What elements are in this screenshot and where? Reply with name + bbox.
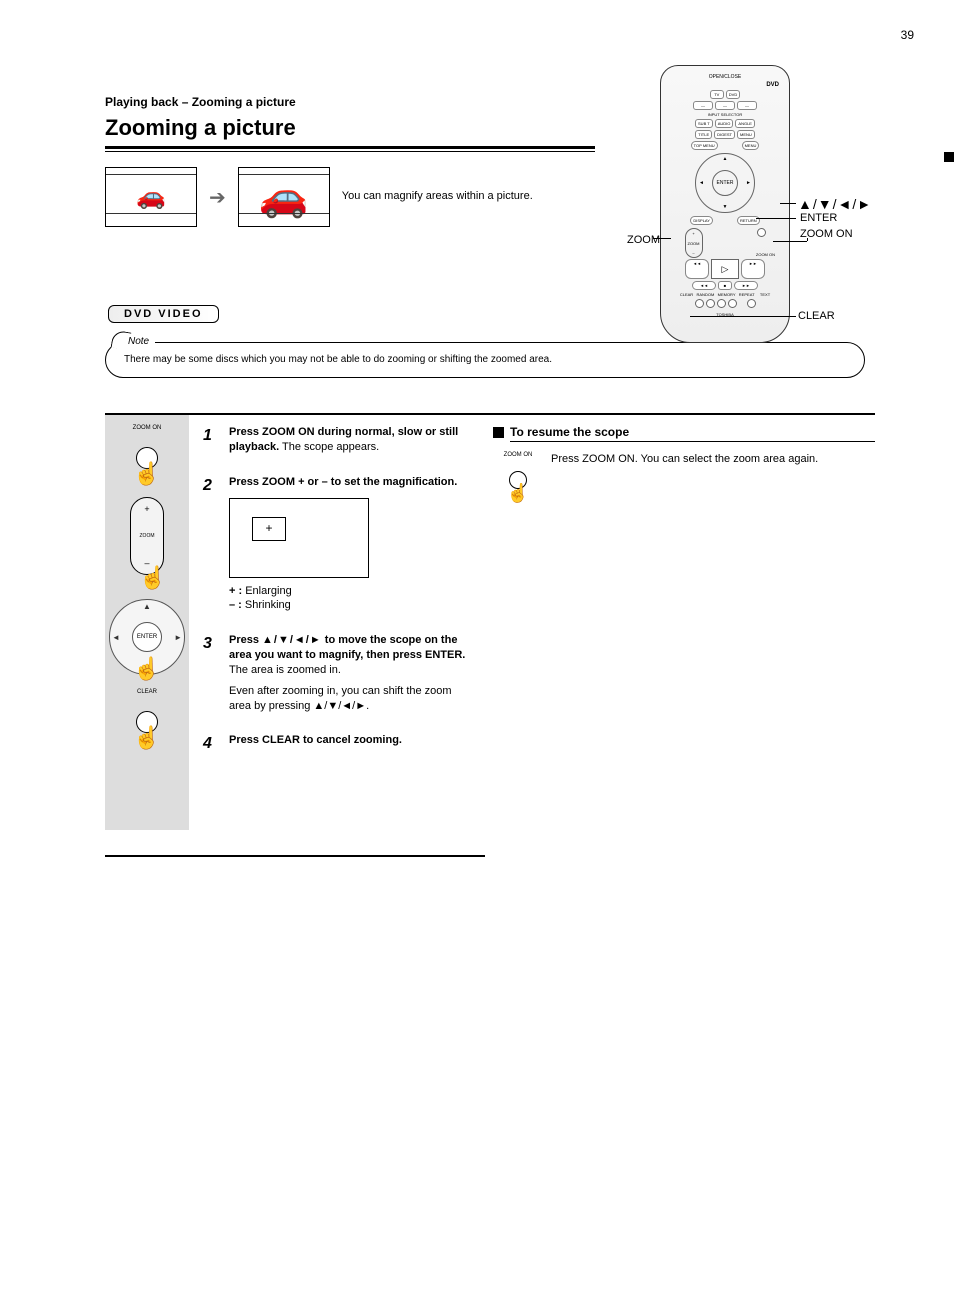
step-number: 2 (203, 475, 221, 614)
remote-label-zoom: ZOOM (610, 234, 660, 246)
section-tab (944, 152, 954, 162)
button-strip: ZOOM ON ☝ + ZOOM – ☝ (105, 415, 189, 830)
resume-text: Press ZOOM ON. You can select the zoom a… (551, 452, 875, 500)
section-subtitle: Playing back – Zooming a picture (105, 95, 595, 109)
hint-bold: + : (229, 585, 242, 597)
page-number: 39 (901, 28, 914, 42)
strip-dpad: ▲ ▼ ◄ ► ENTER ☝ (109, 599, 185, 675)
step-number: 3 (203, 633, 221, 713)
resume-illustration: ZOOM ON ☝ (493, 452, 543, 500)
step-4: 4 Press CLEAR to cancel zooming. (203, 733, 475, 783)
zoom-mid-label: ZOOM (140, 533, 155, 539)
resume-heading-row: To resume the scope (493, 425, 875, 442)
hand-pointer-icon: ☝ (133, 656, 160, 682)
car-after-illustration: 🚗 (238, 167, 330, 227)
square-bullet-icon (493, 427, 504, 438)
arrow-glyphs: ▲/▼/◄/► (262, 634, 322, 646)
strip-zoom-on: ZOOM ON ☝ (122, 425, 172, 483)
step-text: The scope appears. (282, 441, 379, 453)
step-2: 2 Press ZOOM + or – to set the magnifica… (203, 475, 475, 614)
resume-title: To resume the scope (510, 425, 875, 439)
steps-area: ZOOM ON ☝ + ZOOM – ☝ (105, 413, 875, 830)
dvd-video-badge: DVD VIDEO (108, 305, 219, 323)
scope-illustration: + (229, 498, 369, 578)
strip-label: CLEAR (137, 689, 157, 695)
page-title: Zooming a picture (105, 115, 595, 141)
step-bold: Press (229, 634, 262, 646)
dpad-enter: ENTER (132, 622, 162, 652)
step-number: 1 (203, 425, 221, 455)
intro-text: You can magnify areas within a picture. (342, 189, 552, 204)
bottom-rule (105, 855, 485, 857)
left-column: ZOOM ON ☝ + ZOOM – ☝ (105, 415, 485, 830)
hand-pointer-icon: ☝ (133, 461, 160, 487)
remote-enter-button: ENTER (712, 170, 738, 196)
dpad-icon: ▲ ▼ ◄ ► ENTER ☝ (109, 599, 185, 675)
remote-zoom-on-button (757, 228, 766, 237)
hand-pointer-icon: ☝ (507, 483, 529, 504)
title-rule (105, 146, 595, 152)
step-number: 4 (203, 733, 221, 783)
intro-row: 🚗 ➔ 🚗 You can magnify areas within a pic… (105, 167, 595, 227)
leader-line (780, 203, 796, 204)
step-text: The area is zoomed in. (229, 664, 341, 676)
remote-label-arrows: ▲/▼/◄/► (798, 196, 872, 212)
remote-illustration: OPEN/CLOSE DVD TVDVD ——— INPUT SELECTOR … (660, 65, 790, 343)
hand-pointer-icon: ☝ (139, 565, 166, 591)
right-column: To resume the scope ZOOM ON ☝ Press ZOOM… (485, 415, 875, 830)
note-label: Note (122, 335, 155, 349)
crosshair-icon: + (252, 517, 286, 541)
step-extra: Even after zooming in, you can shift the… (229, 684, 475, 714)
strip-label: ZOOM ON (133, 425, 162, 431)
car-before-illustration: 🚗 (105, 167, 197, 227)
arrow-right-icon: ➔ (209, 185, 226, 210)
step-bold: Press CLEAR to cancel zooming. (229, 734, 402, 746)
zoom-rocker-icon: + ZOOM – (130, 497, 164, 575)
steps-text: 1 Press ZOOM ON during normal, slow or s… (189, 415, 485, 830)
step-bold: Press ZOOM + or – to set the magnificati… (229, 476, 457, 488)
resume-body: ZOOM ON ☝ Press ZOOM ON. You can select … (493, 452, 875, 500)
note-bubble: Note There may be some discs which you m… (105, 342, 865, 378)
remote-label-enter: ENTER (800, 212, 837, 224)
zoom-plus: + (144, 504, 149, 514)
leader-line (756, 218, 796, 219)
remote-dpad: ▲ ▼ ◄ ► ENTER (695, 153, 755, 213)
remote-play-button: ▷ (711, 259, 739, 279)
leader-line (690, 316, 796, 317)
strip-zoom-rocker: + ZOOM – ☝ (125, 497, 169, 585)
note-text: There may be some discs which you may no… (124, 354, 552, 365)
resume-rule (510, 441, 875, 442)
step-3: 3 Press ▲/▼/◄/► to move the scope on the… (203, 633, 475, 713)
remote-label-clear: CLEAR (798, 310, 835, 322)
hint-text: Shrinking (242, 599, 291, 611)
strip-label: ZOOM ON (504, 452, 533, 458)
page-header: Playing back – Zooming a picture Zooming… (105, 95, 595, 227)
hint-bold: – : (229, 599, 242, 611)
step-1: 1 Press ZOOM ON during normal, slow or s… (203, 425, 475, 455)
remote-label-zoom-on: ZOOM ON (800, 228, 860, 240)
leader-line (773, 241, 807, 242)
strip-clear: CLEAR ☝ (122, 689, 172, 747)
hint-text: Enlarging (242, 585, 292, 597)
hand-pointer-icon: ☝ (133, 725, 160, 751)
